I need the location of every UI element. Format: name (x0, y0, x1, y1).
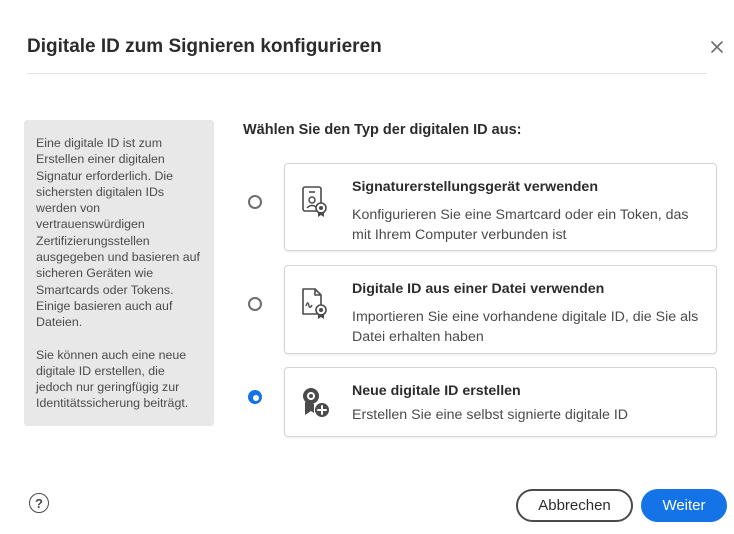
option-title: Digitale ID aus einer Datei verwenden (352, 281, 605, 297)
info-paragraph-1: Eine digitale ID ist zum Erstellen einer… (36, 136, 200, 330)
radio-id-from-file[interactable] (248, 297, 262, 311)
help-icon[interactable]: ? (29, 493, 49, 513)
radio-new-id[interactable] (248, 390, 262, 404)
cancel-button[interactable]: Abbrechen (516, 489, 633, 522)
certificate-file-icon (300, 286, 330, 320)
radio-signature-device[interactable] (248, 195, 262, 209)
option-title: Signaturerstellungsgerät verwenden (352, 179, 598, 195)
dialog-title: Digitale ID zum Signieren konfigurieren (27, 36, 382, 57)
option-card-new-id[interactable]: Neue digitale ID erstellen Erstellen Sie… (284, 367, 717, 437)
option-description: Konfigurieren Sie eine Smartcard oder ei… (352, 207, 689, 243)
title-divider (27, 73, 707, 74)
configure-digital-id-dialog: Digitale ID zum Signieren konfigurieren … (0, 0, 734, 534)
option-description: Erstellen Sie eine selbst signierte digi… (352, 407, 629, 423)
option-title: Neue digitale ID erstellen (352, 383, 521, 399)
smartcard-icon (300, 184, 330, 218)
id-type-prompt: Wählen Sie den Typ der digitalen ID aus: (243, 122, 522, 138)
info-paragraph-2: Sie können auch eine neue digitale ID er… (36, 347, 189, 411)
close-icon[interactable] (708, 37, 728, 57)
option-description: Importieren Sie eine vorhandene digitale… (352, 309, 699, 345)
info-panel: Eine digitale ID ist zum Erstellen einer… (24, 120, 214, 426)
next-button[interactable]: Weiter (641, 489, 727, 522)
new-certificate-icon (300, 385, 330, 419)
option-card-signature-device[interactable]: Signaturerstellungsgerät verwenden Konfi… (284, 163, 717, 251)
option-card-id-from-file[interactable]: Digitale ID aus einer Datei verwenden Im… (284, 265, 717, 354)
